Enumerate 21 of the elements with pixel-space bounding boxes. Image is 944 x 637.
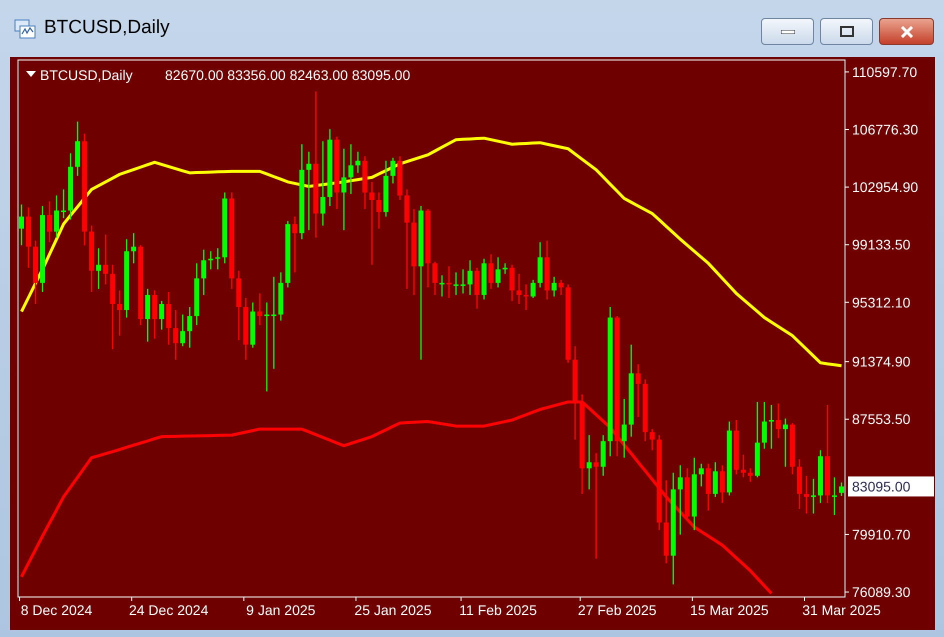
window-title: BTCUSD,Daily [44,16,170,40]
y-axis-label: 110597.70 [852,64,918,80]
x-axis-label: 8 Dec 2024 [20,602,92,618]
y-axis-label: 87553.50 [852,411,910,428]
y-axis-label: 106776.30 [852,122,918,138]
ohlc-quote: 82670.00 83356.00 82463.00 83095.00 [165,67,410,83]
y-axis-label: 79910.70 [852,526,910,542]
y-axis-label: 102954.90 [852,179,918,196]
y-axis-label: 95312.10 [852,294,910,310]
x-axis-label: 24 Dec 2024 [128,602,208,618]
x-axis-label: 11 Feb 2025 [459,602,537,618]
x-axis-label: 27 Feb 2025 [578,602,657,618]
x-axis-label: 31 Mar 2025 [802,602,881,618]
y-axis-label: 76089.30 [852,584,910,600]
chart-symbol: BTCUSD,Daily [40,67,133,83]
y-axis-label: 99133.50 [852,236,910,253]
x-axis-label: 25 Jan 2025 [354,602,432,618]
current-price-label: 83095.00 [848,476,934,496]
x-axis-label: 15 Mar 2025 [690,602,769,618]
y-axis-label: 91374.90 [852,354,910,370]
x-axis-label: 9 Jan 2025 [246,602,316,618]
